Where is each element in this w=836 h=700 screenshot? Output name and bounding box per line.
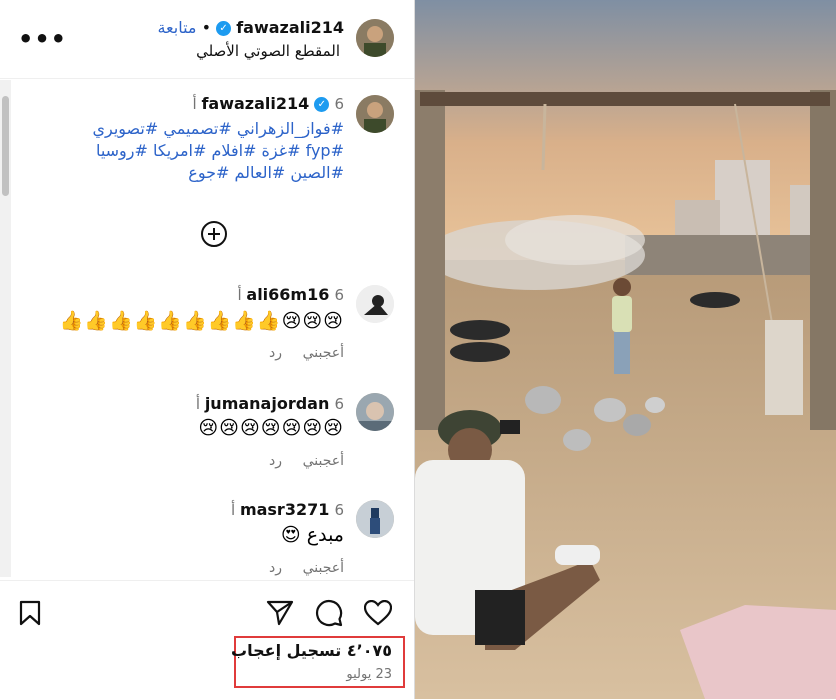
post-details-panel: ••• fawazali214 ✓ • متابعة المقطع الصوتي… — [0, 0, 415, 699]
comment-username[interactable]: masr3271 — [240, 500, 329, 519]
comment-like-button[interactable]: أعجبني — [303, 453, 344, 469]
author-username[interactable]: fawazali214 — [236, 18, 344, 37]
hashtag-line[interactable]: #fyp #غزة #افلام #امريكا #روسيا — [92, 140, 344, 162]
commenter-avatar[interactable] — [356, 285, 394, 323]
comment-reply-button[interactable]: رد — [269, 560, 282, 576]
commenter-avatar[interactable] — [356, 500, 394, 538]
comments-scrollbar[interactable] — [0, 80, 11, 577]
post-date[interactable]: 23 يوليو — [346, 667, 392, 682]
original-audio-link[interactable]: المقطع الصوتي الأصلي — [196, 42, 340, 60]
likes-count[interactable]: ٤٬٠٧٥ تسجيل إعجاب — [231, 641, 392, 660]
hashtag-line[interactable]: #فواز_الزهراني #تصميمي #تصويري — [92, 118, 344, 140]
heart-icon[interactable] — [363, 599, 393, 630]
comment-text: 😢😢😢👍👍👍👍👍👍👍👍👍 — [59, 310, 344, 332]
commenter-avatar[interactable] — [356, 393, 394, 431]
caption-hashtags: #فواز_الزهراني #تصميمي #تصويري #fyp #غزة… — [92, 118, 344, 184]
caption-username[interactable]: fawazali214 — [201, 94, 309, 113]
comment-like-button[interactable]: أعجبني — [303, 345, 344, 361]
comment-icon[interactable] — [315, 599, 343, 631]
caption-author-avatar[interactable] — [356, 95, 394, 133]
comment-text: مبدع 😍 — [280, 524, 344, 546]
post-photo[interactable] — [415, 0, 836, 699]
scrollbar-thumb[interactable] — [2, 96, 9, 196]
more-options-icon[interactable]: ••• — [18, 25, 67, 53]
follow-button[interactable]: متابعة — [157, 18, 196, 37]
comment-username[interactable]: jumanajordan — [205, 394, 330, 413]
post-header: ••• fawazali214 ✓ • متابعة المقطع الصوتي… — [0, 0, 414, 79]
paper-plane-icon[interactable] — [266, 600, 294, 630]
comment-reply-button[interactable]: رد — [269, 345, 282, 361]
separator-dot: • — [201, 18, 211, 37]
bookmark-icon[interactable] — [19, 600, 41, 630]
comment-username[interactable]: ali66m16 — [246, 285, 329, 304]
verified-badge-icon: ✓ — [216, 21, 232, 36]
verified-badge-icon: ✓ — [314, 97, 330, 112]
author-avatar[interactable] — [356, 19, 394, 57]
hashtag-line[interactable]: #الصين #العالم #جوع — [92, 162, 344, 184]
comment-text: 😢😢😢😢😢😢😢 — [198, 417, 344, 439]
comment-like-button[interactable]: أعجبني — [303, 560, 344, 576]
comment-reply-button[interactable]: رد — [269, 453, 282, 469]
plus-circle-icon[interactable] — [200, 220, 228, 252]
